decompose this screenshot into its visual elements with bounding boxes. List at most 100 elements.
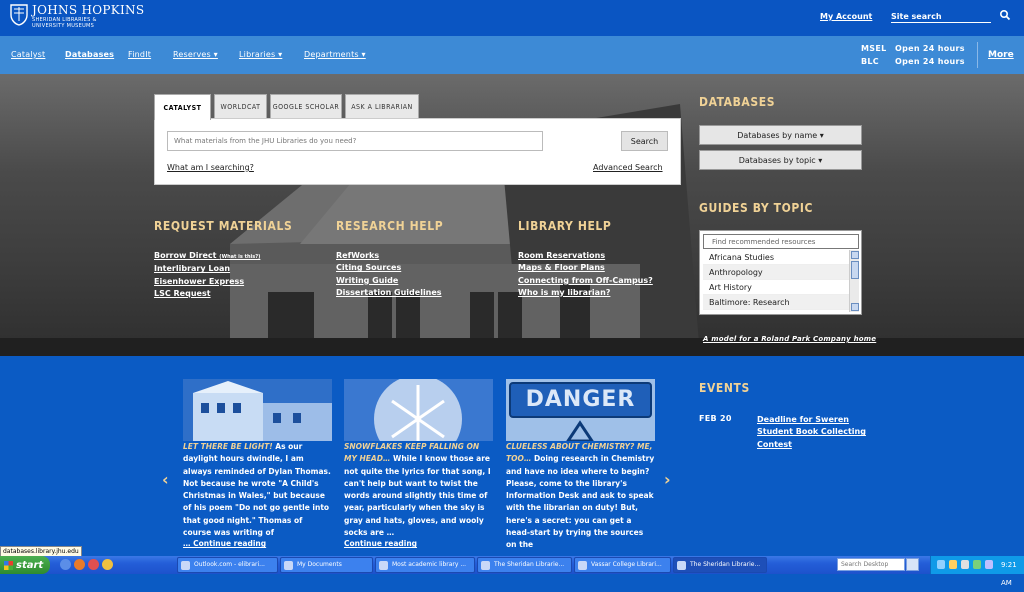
who-is-my-librarian-link[interactable]: Who is my librarian? <box>518 287 653 299</box>
desktop-icon[interactable] <box>60 559 71 570</box>
eisenhower-express-link[interactable]: Eisenhower Express <box>154 276 260 288</box>
what-is-this-link[interactable]: (What is this?) <box>219 254 260 260</box>
guides-scrollbar[interactable] <box>849 250 859 312</box>
taskbar-item[interactable]: Most academic library ... <box>375 557 475 573</box>
taskbar-item[interactable]: The Sheridan Librarie... <box>477 557 572 573</box>
event-link[interactable]: Deadline for Sweren Student Book Collect… <box>757 414 867 451</box>
nav-reserves[interactable]: Reserves ▾ <box>173 50 218 59</box>
guide-item[interactable]: Art History <box>703 280 849 295</box>
display-icon[interactable] <box>985 560 993 569</box>
lsc-request-link[interactable]: LSC Request <box>154 288 260 300</box>
post-body: As our daylight hours dwindle, I am alwa… <box>183 442 331 538</box>
refworks-link[interactable]: RefWorks <box>336 250 442 262</box>
connecting-off-campus-link[interactable]: Connecting from Off-Campus? <box>518 275 653 287</box>
databases-heading: DATABASES <box>699 95 776 109</box>
post-text: CLUELESS ABOUT CHEMISTRY? ME, TOO… Doing… <box>506 441 656 552</box>
borrow-direct-link[interactable]: Borrow Direct (What is this?) <box>154 250 260 263</box>
dissertation-guidelines-link[interactable]: Dissertation Guidelines <box>336 287 442 299</box>
what-am-i-searching-link[interactable]: What am I searching? <box>167 163 254 172</box>
post-text: LET THERE BE LIGHT! As our daylight hour… <box>183 441 333 539</box>
nav-libraries[interactable]: Libraries ▾ <box>239 50 282 59</box>
maps-floor-plans-link[interactable]: Maps & Floor Plans <box>518 262 653 274</box>
nav-divider <box>977 42 978 68</box>
room-reservations-link[interactable]: Room Reservations <box>518 250 653 262</box>
library-help-heading: LIBRARY HELP <box>518 219 612 233</box>
nav-catalyst[interactable]: Catalyst <box>11 50 45 59</box>
scroll-up-icon[interactable] <box>851 251 859 259</box>
top-bar: JOHNS HOPKINS SHERIDAN LIBRARIES & UNIVE… <box>0 0 1024 36</box>
clock: 9:21 AM <box>1001 561 1017 587</box>
post-text: SNOWFLAKES KEEP FALLING ON MY HEAD… Whil… <box>344 441 494 539</box>
hours-place-blc: BLC <box>861 57 879 66</box>
post-image-snowflake[interactable] <box>344 379 493 441</box>
databases-by-topic-dropdown[interactable]: Databases by topic ▾ <box>699 150 862 170</box>
volume-icon[interactable] <box>961 560 969 569</box>
event-date: FEB 20 <box>699 414 732 423</box>
guides-search-input[interactable] <box>703 234 859 249</box>
guide-item[interactable]: Baltimore: Research <box>703 295 849 310</box>
network-icon[interactable] <box>937 560 945 569</box>
hours-status-blc: Open 24 hours <box>895 57 965 66</box>
writing-guide-link[interactable]: Writing Guide <box>336 275 442 287</box>
nav-bar: Catalyst Databases FindIt Reserves ▾ Lib… <box>0 36 1024 74</box>
site-search-input[interactable] <box>891 11 991 23</box>
hours-status-msel: Open 24 hours <box>895 44 965 53</box>
nav-departments[interactable]: Departments ▾ <box>304 50 366 59</box>
firefox-icon[interactable] <box>74 559 85 570</box>
continue-reading-link[interactable]: … Continue reading <box>183 539 333 548</box>
research-help-links: RefWorks Citing Sources Writing Guide Di… <box>336 250 442 299</box>
nav-findit[interactable]: FindIt <box>128 50 151 59</box>
research-help-heading: RESEARCH HELP <box>336 219 444 233</box>
post-title[interactable]: LET THERE BE LIGHT! <box>183 442 273 451</box>
guides-by-topic-heading: GUIDES BY TOPIC <box>699 201 814 215</box>
interlibrary-loan-link[interactable]: Interlibrary Loan <box>154 263 260 275</box>
post-body: Doing research in Chemistry and have no … <box>506 454 655 550</box>
scroll-thumb[interactable] <box>851 261 859 279</box>
more-link[interactable]: More <box>988 50 1014 60</box>
search-button[interactable]: Search <box>621 131 668 151</box>
shield-tray-icon[interactable] <box>949 560 957 569</box>
search-icon[interactable] <box>999 9 1011 21</box>
jhu-logo[interactable]: JOHNS HOPKINS SHERIDAN LIBRARIES & UNIVE… <box>10 4 144 29</box>
my-account-link[interactable]: My Account <box>820 12 872 21</box>
taskbar-item[interactable]: Vassar College Librari... <box>574 557 671 573</box>
taskbar-item[interactable]: The Sheridan Librarie... <box>673 557 767 573</box>
carousel-prev-icon[interactable]: ‹ <box>162 470 169 489</box>
advanced-search-link[interactable]: Advanced Search <box>593 163 663 172</box>
tab-ask-a-librarian[interactable]: ASK A LIBRARIAN <box>345 94 419 119</box>
guide-item[interactable]: Africana Studies <box>703 250 849 265</box>
desktop-search-input[interactable] <box>837 558 905 571</box>
taskbar-item[interactable]: My Documents <box>280 557 373 573</box>
chrome-icon[interactable] <box>102 559 113 570</box>
request-materials-heading: REQUEST MATERIALS <box>154 219 293 233</box>
logo-title: JOHNS HOPKINS <box>32 3 145 17</box>
start-label: start <box>16 559 44 571</box>
carousel-next-icon[interactable]: › <box>664 470 671 489</box>
tab-google-scholar[interactable]: GOOGLE SCHOLAR <box>270 94 342 119</box>
windows-logo-icon <box>4 560 13 570</box>
start-button[interactable]: start <box>0 556 50 574</box>
desktop-search-icon[interactable] <box>906 558 919 571</box>
catalog-search-input[interactable] <box>167 131 543 151</box>
citing-sources-link[interactable]: Citing Sources <box>336 262 442 274</box>
continue-reading-link[interactable]: Continue reading <box>344 539 494 548</box>
library-help-links: Room Reservations Maps & Floor Plans Con… <box>518 250 653 299</box>
events-heading: EVENTS <box>699 381 750 395</box>
danger-sign-text: DANGER <box>525 387 636 412</box>
shield-icon <box>10 4 28 26</box>
media-icon[interactable] <box>88 559 99 570</box>
catalog-search-panel <box>154 118 681 185</box>
tab-catalyst[interactable]: CATALYST <box>154 94 211 120</box>
update-icon[interactable] <box>973 560 981 569</box>
guide-item[interactable]: Anthropology <box>703 265 849 280</box>
tab-worldcat[interactable]: WORLDCAT <box>214 94 267 119</box>
guides-list: Africana Studies Anthropology Art Histor… <box>703 250 849 312</box>
logo-subtitle-2: UNIVERSITY MUSEUMS <box>32 23 95 29</box>
scroll-down-icon[interactable] <box>851 303 859 311</box>
taskbar-item[interactable]: Outlook.com - elibrari... <box>177 557 278 573</box>
news-post: DANGER CLUELESS ABOUT CHEMISTRY? ME, TOO… <box>506 379 656 552</box>
hero-caption-link[interactable]: A model for a Roland Park Company home <box>703 335 876 343</box>
databases-by-name-dropdown[interactable]: Databases by name ▾ <box>699 125 862 145</box>
nav-databases[interactable]: Databases <box>65 50 114 59</box>
post-image-houses[interactable] <box>183 379 332 441</box>
